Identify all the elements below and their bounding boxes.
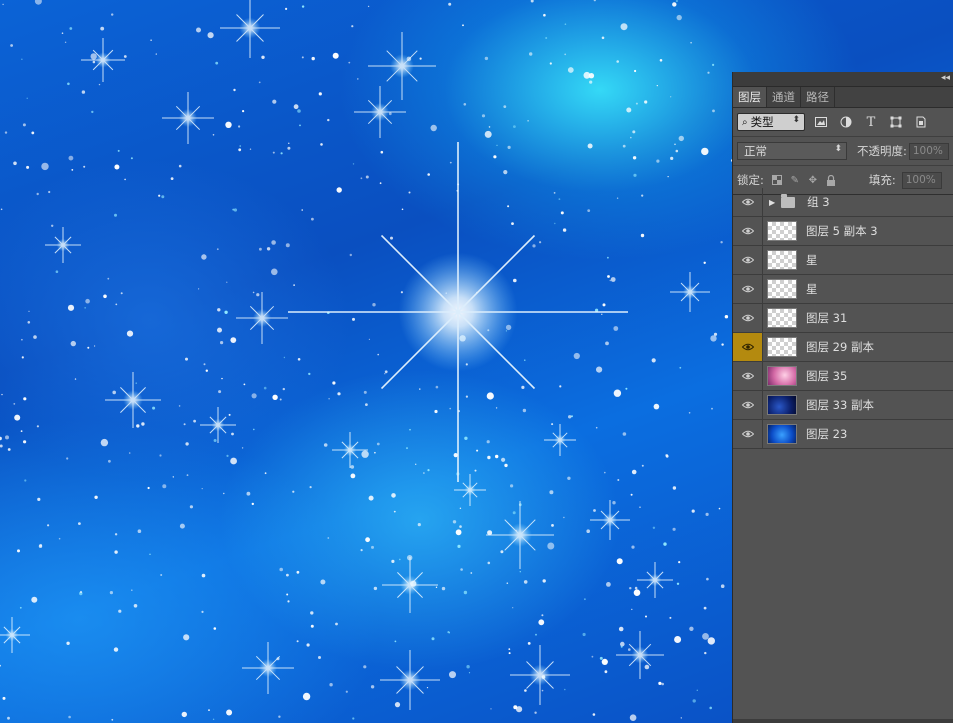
lock-label: 锁定: [737,173,764,187]
layer-visibility-toggle[interactable] [733,391,763,419]
layers-list: ▶ 组 3 图层 5 副本 3 星 星 图层 31 图层 29 副本 图层 35… [733,188,953,449]
layer-visibility-toggle[interactable] [733,275,763,303]
eye-icon [741,227,754,235]
layer-name: 图层 23 [806,427,848,441]
layer-row-selected[interactable]: 图层 29 副本 [733,333,953,362]
type-filter-icon[interactable]: T [862,113,880,131]
folder-icon [781,193,796,208]
tab-channels[interactable]: 通道 [767,87,801,107]
eye-icon [741,198,754,206]
layer-row[interactable]: 图层 5 副本 3 [733,217,953,246]
layer-row[interactable]: 图层 31 [733,304,953,333]
filter-search-icon: ⌕ [742,116,748,128]
eye-icon [741,401,754,409]
layer-name: 星 [806,253,818,267]
eye-icon [741,314,754,322]
layer-visibility-toggle[interactable] [733,362,763,390]
layer-name: 图层 33 副本 [806,398,874,412]
blend-mode-select[interactable]: 正常 ⬍ [737,142,847,160]
blend-row: 正常 ⬍ 不透明度: 100% [733,137,953,166]
panel-footer-bar [733,719,953,723]
blend-mode-value: 正常 [744,144,767,158]
select-arrow-icon: ⬍ [792,115,800,125]
layer-row-group[interactable]: ▶ 组 3 [733,188,953,217]
layer-name: 图层 5 副本 3 [806,224,878,238]
layer-visibility-toggle[interactable] [733,420,763,448]
lock-paint-icon[interactable]: ✎ [788,173,802,187]
opacity-field[interactable]: 100% [908,142,949,160]
layer-row[interactable]: 星 [733,275,953,304]
opacity-label: 不透明度: [857,144,907,158]
panel-header-bar: ◂◂ [733,72,953,87]
eye-icon [741,343,754,351]
layer-name: 组 3 [807,195,830,209]
expand-arrow-icon[interactable]: ▶ [769,198,775,207]
layer-visibility-toggle[interactable] [733,333,763,361]
layer-visibility-toggle[interactable] [733,246,763,274]
layer-name: 图层 35 [806,369,848,383]
layer-row[interactable]: 图层 33 副本 [733,391,953,420]
layers-panel: ◂◂ 图层 通道 路径 ⌕ 类型 ⬍ T 正常 ⬍ 不透明度: 100% 锁定:… [732,72,953,723]
layer-row[interactable]: 图层 35 [733,362,953,391]
layer-name: 图层 29 副本 [806,340,874,354]
layer-name: 星 [806,282,818,296]
fill-label: 填充: [868,173,896,187]
shape-filter-icon[interactable] [887,113,905,131]
panel-tabs: 图层 通道 路径 [733,87,953,108]
image-filter-icon[interactable] [812,113,830,131]
fill-field[interactable]: 100% [901,171,942,189]
lock-all-icon[interactable] [824,173,838,187]
layer-thumbnail [767,337,797,357]
layer-thumbnail [767,279,797,299]
layer-row[interactable]: 图层 23 [733,420,953,449]
layer-name: 图层 31 [806,311,848,325]
layer-visibility-toggle[interactable] [733,188,763,216]
tab-paths[interactable]: 路径 [801,87,835,107]
eye-icon [741,285,754,293]
adjustment-filter-icon[interactable] [837,113,855,131]
lock-move-icon[interactable]: ✥ [806,173,820,187]
layer-thumbnail [767,424,797,444]
layer-thumbnail [767,250,797,270]
layer-visibility-toggle[interactable] [733,304,763,332]
lock-transparent-icon[interactable] [770,173,784,187]
smart-object-filter-icon[interactable] [912,113,930,131]
filter-type-select[interactable]: ⌕ 类型 ⬍ [737,113,805,131]
collapse-panel-icon[interactable]: ◂◂ [941,72,950,85]
layer-thumbnail [767,308,797,328]
layer-thumbnail [767,221,797,241]
tab-layers[interactable]: 图层 [733,87,767,107]
layer-row[interactable]: 星 [733,246,953,275]
filter-row: ⌕ 类型 ⬍ T [733,108,953,137]
select-arrow-icon: ⬍ [834,144,842,154]
layer-visibility-toggle[interactable] [733,217,763,245]
eye-icon [741,430,754,438]
eye-icon [741,372,754,380]
layer-thumbnail [767,366,797,386]
layer-thumbnail [767,395,797,415]
filter-type-value: 类型 [750,115,774,129]
eye-icon [741,256,754,264]
